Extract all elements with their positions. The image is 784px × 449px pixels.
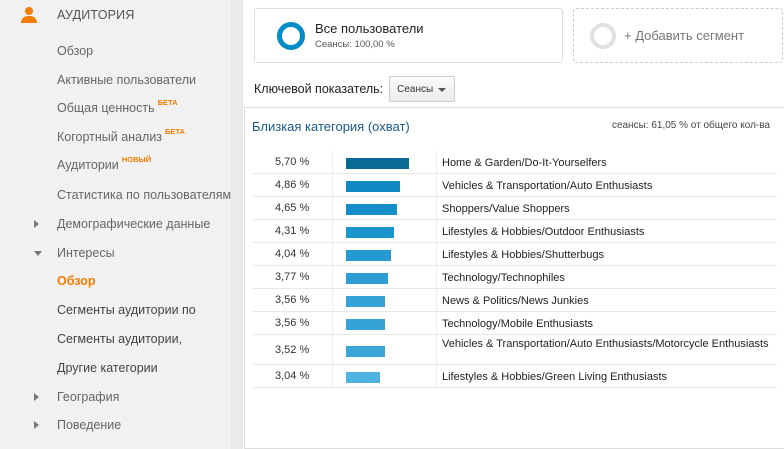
table-row[interactable]: 3,52 % Vehicles & Transportation/Auto Ent… (253, 335, 777, 365)
sidebar-item-label: Аудитории (57, 158, 119, 172)
sidebar-item[interactable]: Сегменты аудитории, (57, 330, 182, 348)
row-category-link[interactable]: Home & Garden/Do-It-Yourselfers (442, 157, 772, 169)
row-percent: 4,04 % (275, 248, 310, 260)
sidebar-item[interactable]: Когортный анализ БЕТА (57, 126, 185, 146)
metric-row: Ключевой показатель: Сеансы (254, 76, 456, 102)
sidebar-item[interactable]: Обзор (57, 272, 95, 290)
add-segment-label: + Добавить сегмент (624, 28, 745, 43)
sidebar-item[interactable]: Обзор (57, 42, 93, 60)
table-subtitle: сеансы: 61,05 % от общего кол-ва (611, 120, 770, 131)
sidebar-item-label: Поведение (57, 418, 122, 432)
audience-header[interactable]: АУДИТОРИЯ (20, 4, 135, 26)
sidebar-item-label: Сегменты аудитории по (57, 303, 196, 317)
caret-down-icon[interactable] (34, 251, 42, 256)
sidebar-item[interactable]: Поведение (57, 416, 121, 434)
sidebar-item[interactable]: География (57, 388, 119, 406)
row-bar (346, 158, 409, 169)
table-row[interactable]: 5,70 % Home & Garden/Do-It-Yourselfers (253, 151, 777, 174)
row-category-link[interactable]: News & Politics/News Junkies (442, 295, 772, 307)
row-bar (346, 296, 386, 307)
caret-right-icon[interactable] (34, 220, 39, 228)
table-row[interactable]: 3,77 % Technology/Technophiles (253, 266, 777, 289)
row-bar (346, 345, 385, 357)
segment-all-users[interactable]: Все пользователи Сеансы: 100,00 % (254, 8, 563, 63)
row-percent: 3,77 % (275, 271, 310, 283)
sidebar-divider[interactable] (231, 0, 243, 449)
audience-header-label: АУДИТОРИЯ (57, 8, 135, 22)
person-icon (20, 6, 38, 24)
row-category-link[interactable]: Lifestyles & Hobbies/Outdoor Enthusiasts (442, 226, 772, 238)
row-percent: 3,04 % (275, 370, 310, 382)
sidebar-item-badge: БЕТА (165, 126, 185, 136)
row-category-link[interactable]: Technology/Technophiles (442, 272, 772, 284)
affinity-table-panel: Близкая категория (охват) сеансы: 61,05 … (244, 107, 784, 449)
sidebar-item-label: Общая ценность (57, 101, 155, 115)
row-percent: 3,56 % (275, 317, 310, 329)
row-bar (346, 273, 388, 284)
segment-title: Все пользователи (315, 21, 424, 36)
table-row[interactable]: 3,56 % News & Politics/News Junkies (253, 289, 777, 312)
row-category-link[interactable]: Lifestyles & Hobbies/Green Living Enthus… (442, 371, 772, 383)
caret-right-icon[interactable] (34, 393, 39, 401)
sidebar-item-label: Сегменты аудитории, (57, 332, 183, 346)
table-title: Близкая категория (охват) (252, 119, 410, 134)
sidebar-item-label: Обзор (57, 44, 94, 58)
row-bar (346, 181, 400, 192)
sidebar-item[interactable]: Аудитории НОВЫЙ (57, 154, 152, 174)
sidebar-item[interactable]: Активные пользователи (57, 71, 196, 89)
sidebar-item-label: Активные пользователи (57, 73, 196, 87)
row-percent: 3,52 % (275, 343, 310, 356)
sidebar-item-label: Обзор (57, 274, 96, 288)
row-percent: 4,65 % (275, 202, 310, 214)
segment-subtitle: Сеансы: 100,00 % (315, 39, 395, 50)
sidebar-item[interactable]: Сегменты аудитории по (57, 301, 196, 319)
row-bar (346, 319, 386, 330)
row-bar (346, 204, 398, 215)
sidebar-item[interactable]: Статистика по пользователям (57, 186, 231, 204)
chevron-down-icon (438, 88, 447, 92)
sidebar-item[interactable]: Общая ценность БЕТА (57, 97, 178, 117)
add-segment-button[interactable]: + Добавить сегмент (573, 8, 783, 63)
row-bar (346, 372, 380, 383)
table-row[interactable]: 3,56 % Technology/Mobile Enthusiasts (253, 312, 777, 335)
sidebar-item-label: Интересы (57, 246, 115, 260)
row-category-link[interactable]: Lifestyles & Hobbies/Shutterbugs (442, 249, 772, 261)
sidebar-item[interactable]: Интересы (57, 244, 115, 262)
table-row[interactable]: 4,65 % Shoppers/Value Shoppers (253, 197, 777, 220)
sidebar-item-badge: БЕТА (157, 97, 178, 107)
sidebar: АУДИТОРИЯ Обзор Активные пользователи Обща… (0, 0, 231, 449)
sidebar-item-label: География (57, 390, 120, 404)
metric-select[interactable]: Сеансы (389, 76, 456, 102)
metric-label: Ключевой показатель: (254, 82, 384, 96)
table-row[interactable]: 4,04 % Lifestyles & Hobbies/Shutterbugs (253, 243, 777, 266)
caret-right-icon[interactable] (34, 421, 39, 429)
sidebar-item[interactable]: Другие категории (57, 359, 158, 377)
table-row[interactable]: 4,86 % Vehicles & Transportation/Auto Ent… (253, 174, 777, 197)
sidebar-item-label: Демографические данные (57, 217, 211, 231)
row-percent: 4,86 % (275, 179, 310, 191)
table-row[interactable]: 3,04 % Lifestyles & Hobbies/Green Living … (253, 365, 777, 388)
row-category-link[interactable]: Vehicles & Transportation/Auto Enthusias… (442, 180, 772, 192)
row-percent: 5,70 % (275, 156, 310, 168)
sidebar-item[interactable]: Демографические данные (57, 215, 210, 233)
sidebar-item-label: Когортный анализ (57, 130, 163, 144)
sidebar-item-label: Статистика по пользователям (57, 188, 232, 202)
sidebar-item-label: Другие категории (57, 361, 158, 375)
row-category-link[interactable]: Technology/Mobile Enthusiasts (442, 318, 772, 330)
segment-ring-icon (277, 21, 305, 50)
row-category-link[interactable]: Vehicles & Transportation/Auto Enthusias… (442, 338, 772, 350)
row-bar (346, 250, 391, 261)
row-percent: 3,56 % (275, 294, 310, 306)
metric-select-value: Сеансы (397, 83, 434, 95)
row-category-link[interactable]: Shoppers/Value Shoppers (442, 203, 772, 215)
row-percent: 4,31 % (275, 225, 310, 237)
empty-ring-icon (590, 22, 616, 49)
sidebar-item-badge: НОВЫЙ (121, 154, 152, 164)
table-row[interactable]: 4,31 % Lifestyles & Hobbies/Outdoor Enthu… (253, 220, 777, 243)
row-bar (346, 227, 394, 238)
